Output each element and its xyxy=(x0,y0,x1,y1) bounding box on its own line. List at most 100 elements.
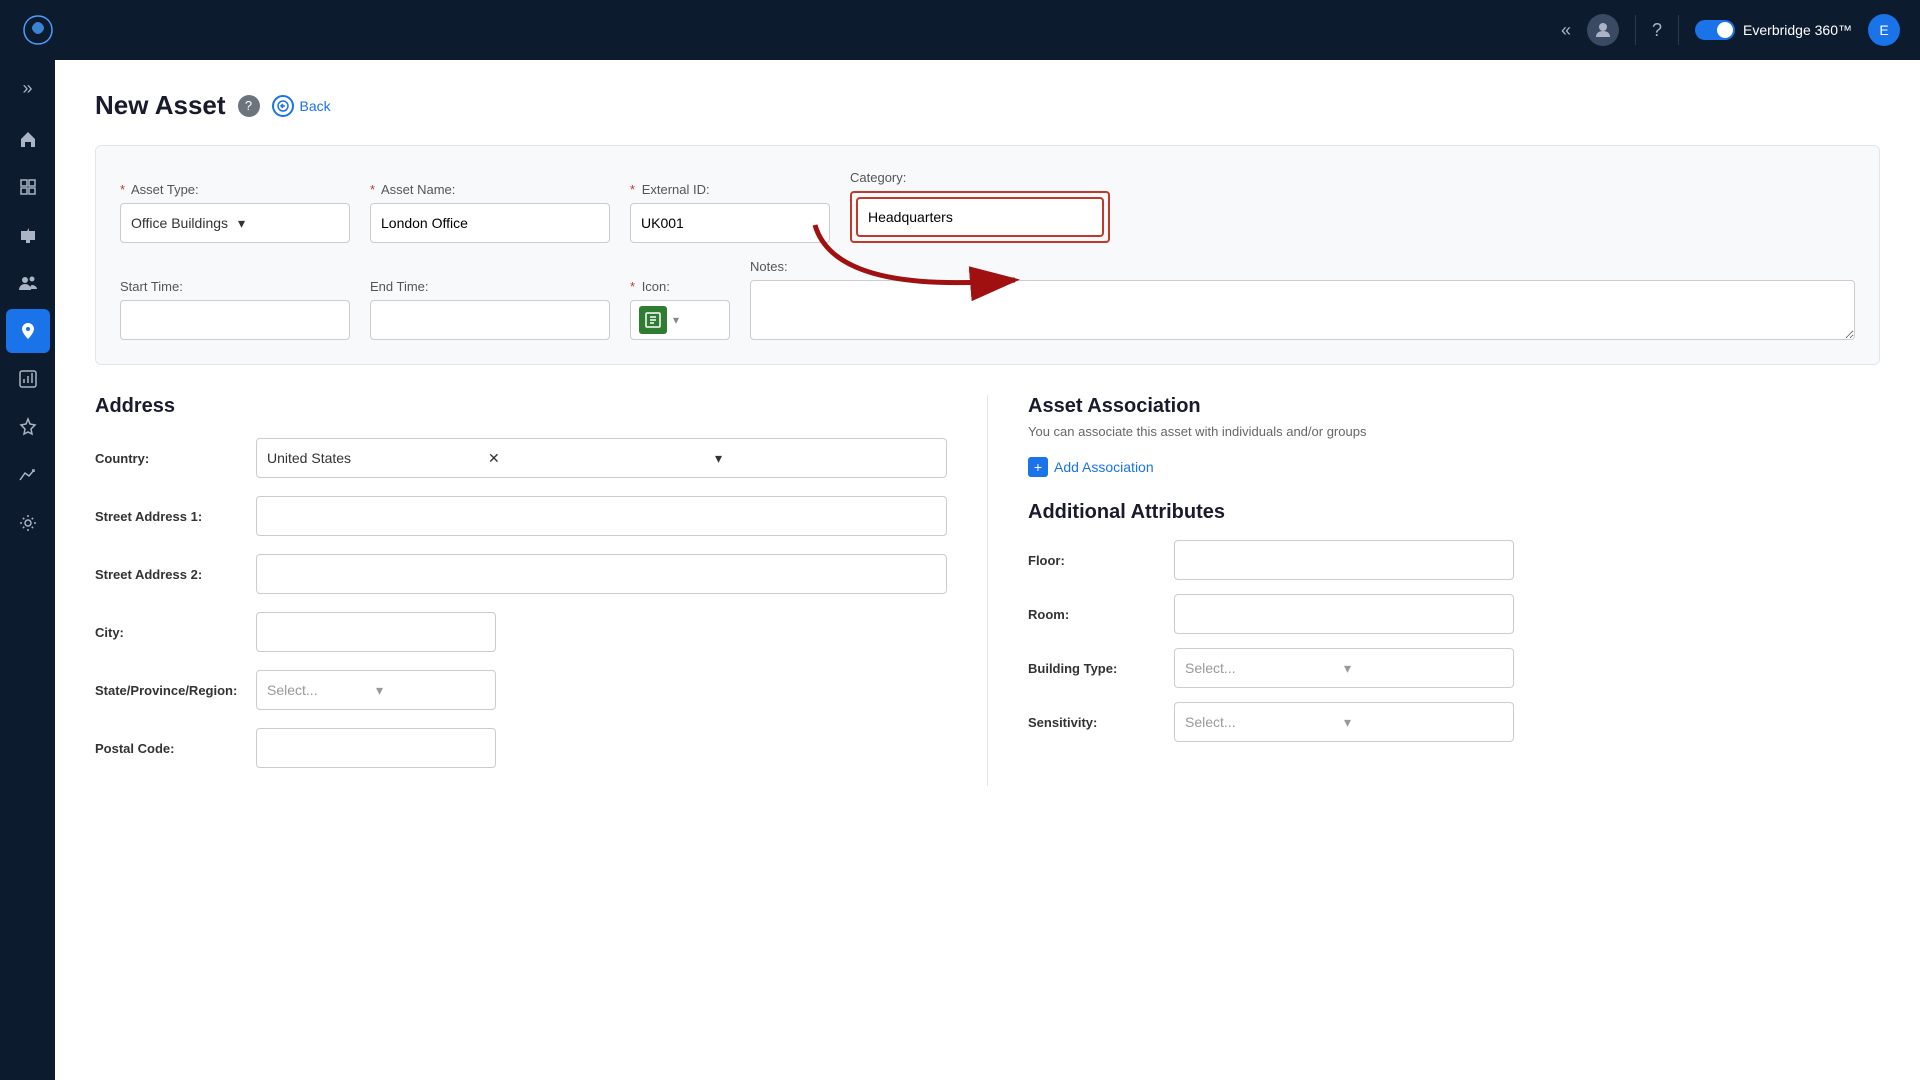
back-circle-icon xyxy=(272,95,294,117)
topnav-right: « ? Everbridge 360™ E xyxy=(1561,14,1900,46)
building-type-label: Building Type: xyxy=(1028,661,1158,676)
app-icon[interactable]: E xyxy=(1868,14,1900,46)
address-title: Address xyxy=(95,395,947,418)
page-title: New Asset xyxy=(95,90,226,121)
postal-input[interactable] xyxy=(256,728,496,768)
right-section: Asset Association You can associate this… xyxy=(988,395,1880,786)
sidebar: » xyxy=(0,60,55,1080)
category-group: Category: xyxy=(850,170,1110,243)
category-label: Category: xyxy=(850,170,1110,185)
street1-input[interactable] xyxy=(256,496,947,536)
help-icon[interactable]: ? xyxy=(1652,20,1662,41)
city-input[interactable] xyxy=(256,612,496,652)
state-select[interactable]: Select... ▾ xyxy=(256,670,496,710)
two-column-section: Address Country: United States ✕ ▾ Stree… xyxy=(95,395,1880,786)
page-help-icon[interactable]: ? xyxy=(238,95,260,117)
sensitivity-arrow-icon: ▾ xyxy=(1344,714,1503,731)
asset-type-label: * Asset Type: xyxy=(120,182,350,197)
city-row: City: xyxy=(95,612,947,652)
room-label: Room: xyxy=(1028,607,1158,622)
icon-preview xyxy=(639,306,667,334)
address-section: Address Country: United States ✕ ▾ Stree… xyxy=(95,395,988,786)
building-type-arrow-icon: ▾ xyxy=(1344,660,1503,677)
icon-label: * Icon: xyxy=(630,279,730,294)
notes-label: Notes: xyxy=(750,259,1855,274)
sidebar-item-location[interactable] xyxy=(6,309,50,353)
plus-icon: + xyxy=(1028,457,1048,477)
state-arrow-icon: ▾ xyxy=(376,682,485,699)
form-row-1: * Asset Type: Office Buildings ▾ * Asset… xyxy=(120,170,1855,243)
street2-input[interactable] xyxy=(256,554,947,594)
icon-selector[interactable]: ▾ xyxy=(630,300,730,340)
postal-label: Postal Code: xyxy=(95,741,240,756)
sidebar-item-layers[interactable] xyxy=(6,165,50,209)
state-label: State/Province/Region: xyxy=(95,683,240,698)
start-time-label: Start Time: xyxy=(120,279,350,294)
asset-type-value: Office Buildings xyxy=(131,215,232,231)
nav-divider-2 xyxy=(1678,15,1679,45)
floor-row: Floor: xyxy=(1028,540,1880,580)
sensitivity-select[interactable]: Select... ▾ xyxy=(1174,702,1514,742)
add-association-button[interactable]: + Add Association xyxy=(1028,457,1154,477)
country-value: United States xyxy=(267,450,488,466)
street2-row: Street Address 2: xyxy=(95,554,947,594)
asset-name-group: * Asset Name: xyxy=(370,182,610,243)
end-time-group: End Time: xyxy=(370,279,610,340)
country-clear-icon[interactable]: ✕ xyxy=(488,450,709,467)
street1-row: Street Address 1: xyxy=(95,496,947,536)
floor-label: Floor: xyxy=(1028,553,1158,568)
category-input[interactable] xyxy=(856,197,1104,237)
back-label: Back xyxy=(300,98,331,114)
start-time-group: Start Time: xyxy=(120,279,350,340)
state-row: State/Province/Region: Select... ▾ xyxy=(95,670,947,710)
asset-form-card: * Asset Type: Office Buildings ▾ * Asset… xyxy=(95,145,1880,365)
page-header: New Asset ? Back xyxy=(95,90,1880,121)
back-button[interactable]: Back xyxy=(272,95,331,117)
icon-arrow-icon: ▾ xyxy=(673,313,679,327)
asset-assoc-description: You can associate this asset with indivi… xyxy=(1028,424,1880,439)
external-id-input[interactable] xyxy=(630,203,830,243)
sidebar-item-broadcast[interactable] xyxy=(6,213,50,257)
main-layout: » New Asset ? xyxy=(0,60,1920,1080)
external-id-label: * External ID: xyxy=(630,182,830,197)
sidebar-item-home[interactable] xyxy=(6,117,50,161)
notes-textarea[interactable] xyxy=(750,280,1855,340)
asset-type-select[interactable]: Office Buildings ▾ xyxy=(120,203,350,243)
app-logo[interactable] xyxy=(20,12,56,48)
room-input[interactable] xyxy=(1174,594,1514,634)
end-time-input[interactable] xyxy=(370,300,610,340)
notes-group: Notes: xyxy=(750,259,1855,340)
collapse-icon[interactable]: « xyxy=(1561,20,1571,41)
add-association-label: Add Association xyxy=(1054,459,1154,475)
external-id-required: * xyxy=(630,182,635,197)
toggle-switch[interactable] xyxy=(1695,20,1735,40)
sensitivity-row: Sensitivity: Select... ▾ xyxy=(1028,702,1880,742)
sidebar-item-automation[interactable] xyxy=(6,405,50,449)
sidebar-item-settings[interactable] xyxy=(6,501,50,545)
floor-input[interactable] xyxy=(1174,540,1514,580)
country-label: Country: xyxy=(95,451,240,466)
building-type-placeholder: Select... xyxy=(1185,660,1344,676)
asset-name-input[interactable] xyxy=(370,203,610,243)
asset-type-group: * Asset Type: Office Buildings ▾ xyxy=(120,182,350,243)
building-type-select[interactable]: Select... ▾ xyxy=(1174,648,1514,688)
postal-row: Postal Code: xyxy=(95,728,947,768)
city-label: City: xyxy=(95,625,240,640)
asset-type-required: * xyxy=(120,182,125,197)
start-time-input[interactable] xyxy=(120,300,350,340)
sensitivity-placeholder: Select... xyxy=(1185,714,1344,730)
room-row: Room: xyxy=(1028,594,1880,634)
icon-group: * Icon: ▾ xyxy=(630,279,730,340)
country-arrow-icon: ▾ xyxy=(715,450,936,467)
country-select[interactable]: United States ✕ ▾ xyxy=(256,438,947,478)
sidebar-item-reporting[interactable] xyxy=(6,357,50,401)
sidebar-item-analytics[interactable] xyxy=(6,453,50,497)
category-highlighted-border xyxy=(850,191,1110,243)
user-avatar[interactable] xyxy=(1587,14,1619,46)
main-content: New Asset ? Back * Asset Type: xyxy=(55,60,1920,1080)
sidebar-item-contacts[interactable] xyxy=(6,261,50,305)
asset-type-arrow-icon: ▾ xyxy=(238,215,339,232)
sensitivity-label: Sensitivity: xyxy=(1028,715,1158,730)
sidebar-toggle[interactable]: » xyxy=(14,70,40,107)
everbridge-toggle[interactable]: Everbridge 360™ xyxy=(1695,20,1852,40)
